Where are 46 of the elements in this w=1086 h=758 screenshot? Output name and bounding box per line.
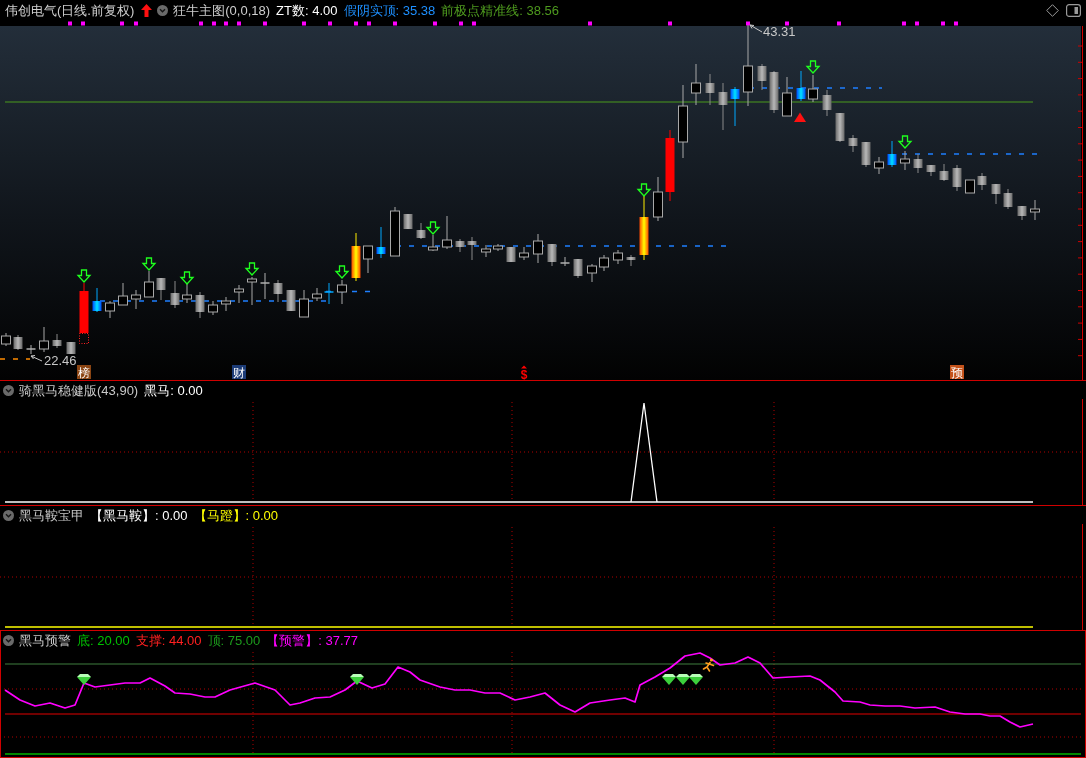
down-arrow-icon — [334, 265, 350, 279]
leader-arrow — [749, 24, 763, 33]
indicator-name: 黑马预警 — [19, 632, 71, 648]
chevron-down-icon[interactable] — [3, 384, 14, 396]
dashed-level-line — [0, 358, 31, 360]
marker-tile[interactable]: 预 — [950, 365, 964, 380]
indicator-name: 黑马鞍宝甲 — [19, 507, 84, 523]
panel-toggle-icon[interactable] — [1066, 4, 1081, 17]
chevron-down-icon[interactable] — [3, 634, 14, 646]
indicator-reading: 【预警】: 37.77 — [266, 632, 359, 648]
indicator-reading: 顶: 75.00 — [207, 632, 261, 648]
chevron-down-icon[interactable] — [157, 5, 169, 16]
indicator-reading: 【马蹬】: 0.00 — [193, 507, 279, 523]
up-arrow-icon — [141, 4, 153, 17]
indicator-reading: 黑马: 0.00 — [144, 382, 203, 398]
down-arrow-icon — [179, 271, 195, 285]
down-arrow-icon — [141, 257, 157, 271]
running-figure-icon — [702, 658, 715, 672]
indicator-reading: 假阴实顶: 35.38 — [343, 3, 436, 18]
marker-tile[interactable]: 财 — [232, 365, 246, 380]
gem-icon — [689, 674, 703, 685]
price-label: 22.46 — [44, 353, 77, 368]
triangle-icon — [794, 112, 806, 122]
indicator-reading: 底: 20.00 — [77, 632, 130, 648]
price-label: 43.31 — [763, 24, 796, 39]
gem-icon — [350, 674, 364, 685]
stock-title: 伟创电气(日线.前复权) — [5, 3, 135, 18]
down-arrow-icon — [244, 262, 260, 276]
gem-icon — [676, 674, 690, 685]
gem-icon — [77, 674, 91, 685]
indicator-reading: ZT数: 4.00 — [276, 3, 338, 18]
down-arrow-icon — [425, 221, 441, 235]
down-arrow-icon — [636, 183, 652, 197]
indicator-name: 骑黑马稳健版(43,90) — [19, 382, 139, 398]
down-arrow-icon — [805, 60, 821, 74]
gem-icon — [662, 674, 676, 685]
indicator-reading: 支撑: 44.00 — [135, 632, 202, 648]
marker-tile[interactable]: 榜 — [77, 365, 91, 380]
indicator-name: 狂牛主图(0,0,18) — [173, 3, 271, 18]
diamond-icon[interactable] — [1046, 4, 1059, 17]
down-arrow-icon — [897, 135, 913, 149]
indicator-reading: 【黑马鞍】: 0.00 — [90, 507, 188, 523]
chevron-down-icon[interactable] — [3, 509, 14, 521]
down-arrow-icon — [76, 269, 92, 283]
leader-arrow — [30, 355, 43, 362]
indicator-reading: 前极点精准线: 38.56 — [441, 3, 560, 18]
